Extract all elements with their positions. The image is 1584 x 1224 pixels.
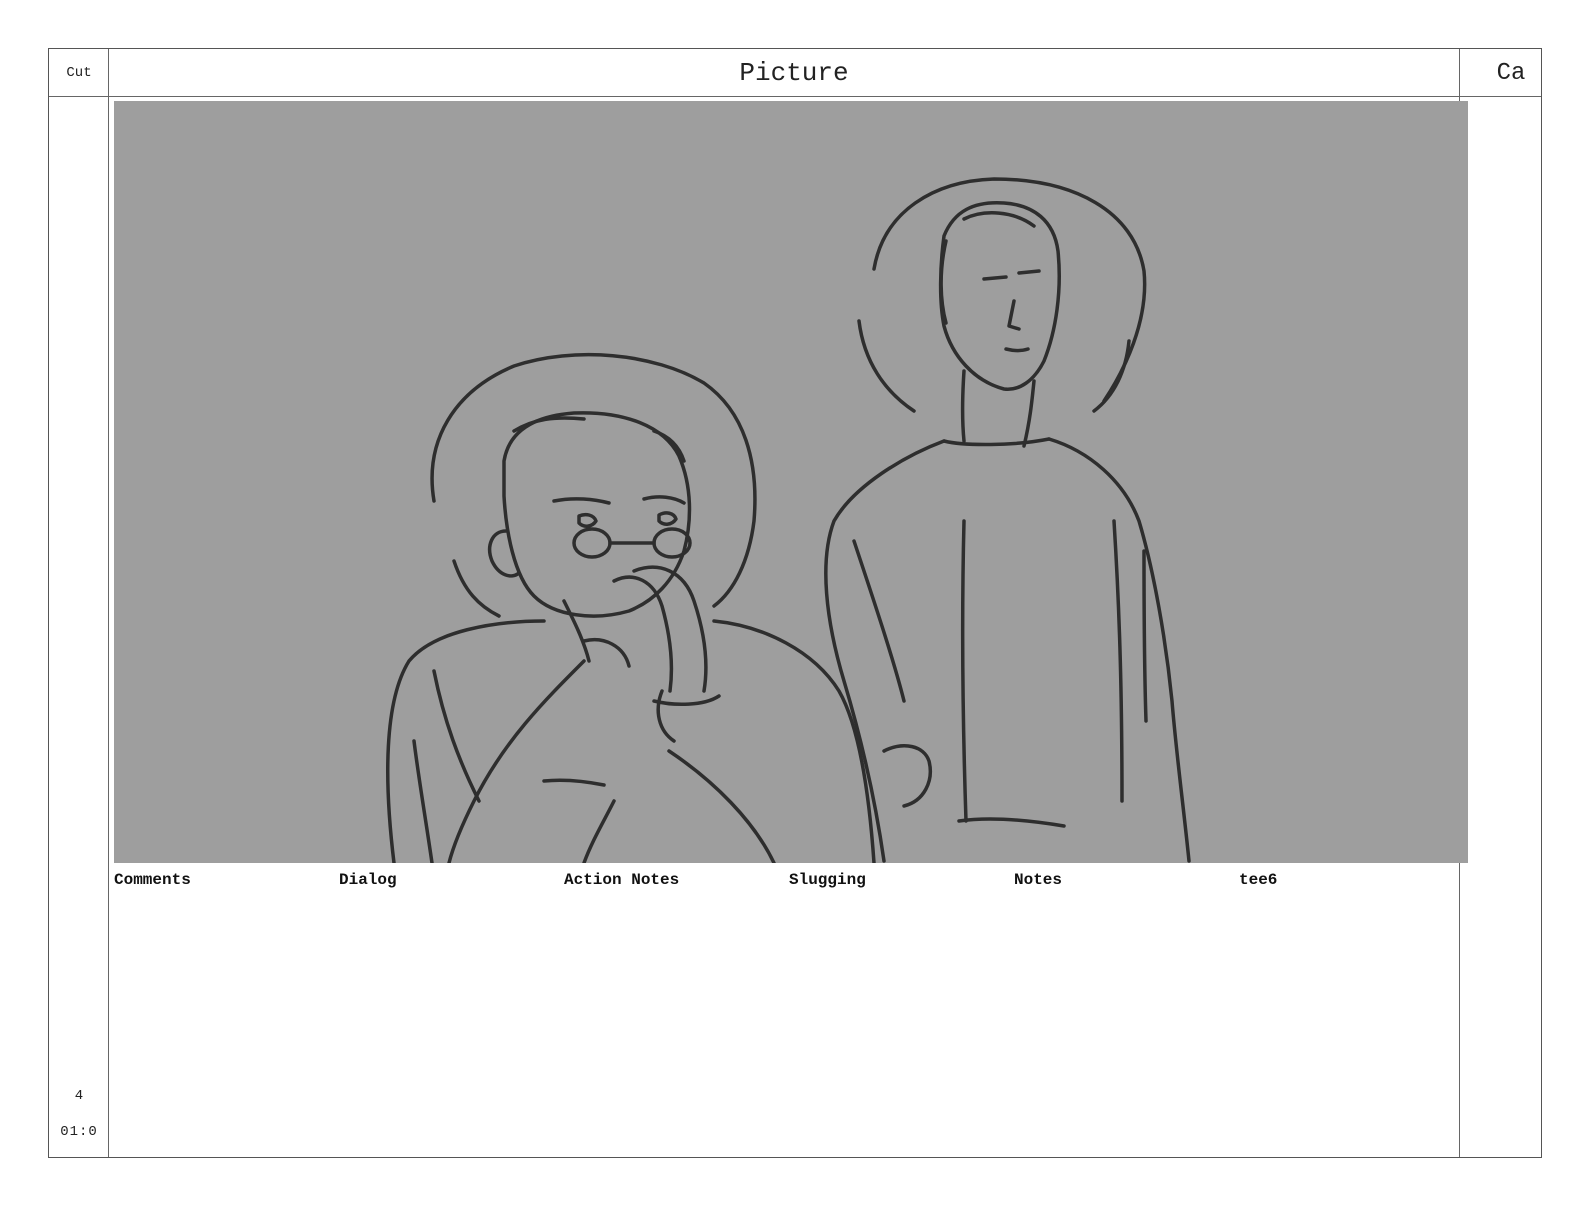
cut-number: 4 [74, 1088, 84, 1104]
column-label-action-notes: Action Notes [564, 871, 680, 889]
camera-header: Ca [1496, 59, 1526, 87]
cut-header: Cut [66, 65, 92, 81]
column-label-dialog: Dialog [339, 871, 397, 889]
picture-header: Picture [739, 58, 849, 88]
cut-duration: 01:0 [60, 1124, 98, 1140]
notes-columns-row: Comments Dialog Action Notes Slugging No… [114, 871, 1474, 891]
column-label-notes: Notes [1014, 871, 1063, 889]
storyboard-panel[interactable] [114, 101, 1468, 863]
sketch-illustration [386, 177, 1191, 863]
worried-figure [386, 352, 876, 863]
storyboard-sheet: Cut Picture Ca Comments Dialog Action No… [48, 48, 1542, 1158]
column-label-comments: Comments [114, 871, 191, 889]
standing-figure [824, 177, 1191, 863]
column-label-slugging: Slugging [789, 871, 866, 889]
column-label-tee6: tee6 [1239, 871, 1278, 889]
cut-column-divider [108, 49, 109, 1157]
